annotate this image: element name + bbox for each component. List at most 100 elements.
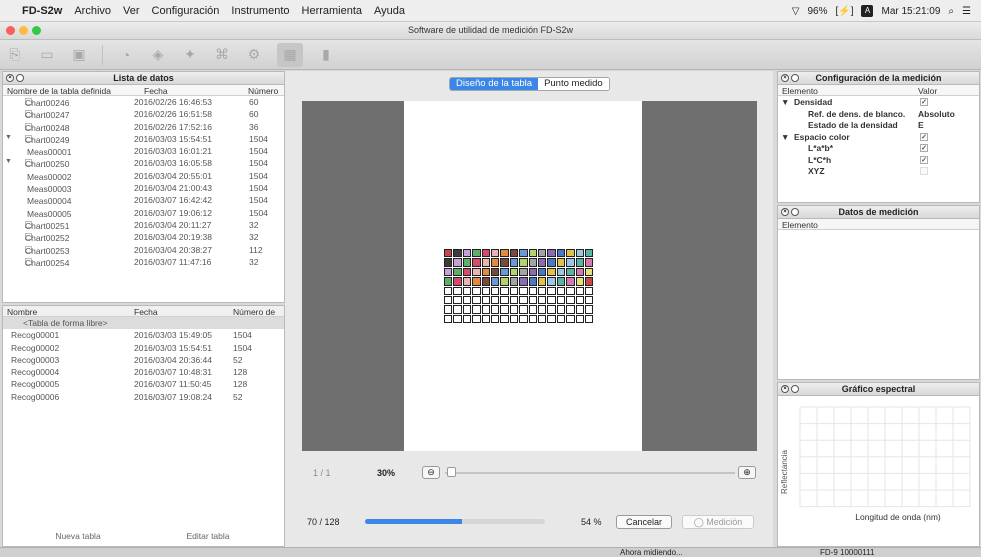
column-number[interactable]: Número (248, 86, 278, 96)
open-folder-icon[interactable]: ▭ (38, 46, 56, 64)
settings-row[interactable]: ▼ Espacio color ✓ (778, 131, 979, 143)
column-name[interactable]: Nombre (7, 307, 37, 317)
color-patch[interactable] (462, 305, 472, 314)
color-patch[interactable] (453, 277, 462, 286)
column-table-name[interactable]: Nombre de la tabla definida (7, 86, 111, 96)
color-patch[interactable] (444, 258, 453, 267)
color-patch[interactable] (547, 277, 556, 286)
color-patch[interactable] (519, 267, 528, 277)
color-patch[interactable] (556, 249, 566, 258)
table-row[interactable]: Chart00252 2016/03/04 20:19:38 32 (3, 231, 284, 243)
color-patch[interactable] (519, 286, 528, 295)
color-patch[interactable] (462, 277, 472, 286)
menu-herramienta[interactable]: Herramienta (302, 5, 363, 17)
settings-row[interactable]: L*a*b* ✓ (778, 142, 979, 154)
color-patch[interactable] (575, 305, 584, 314)
color-patch[interactable] (491, 314, 500, 324)
color-patch[interactable] (575, 277, 584, 286)
detach-panel-icon[interactable] (791, 74, 799, 82)
color-patch[interactable] (566, 296, 575, 305)
color-patch[interactable] (472, 258, 481, 267)
color-patch[interactable] (547, 296, 556, 305)
color-patch[interactable] (566, 267, 575, 277)
calibrate-icon[interactable]: ◔ (117, 46, 135, 64)
new-table-button[interactable]: Nueva tabla (23, 530, 133, 543)
color-patch[interactable] (556, 296, 566, 305)
color-patch[interactable] (481, 277, 490, 286)
color-patch[interactable] (509, 314, 519, 324)
color-patch[interactable] (538, 249, 547, 258)
color-patch[interactable] (472, 277, 481, 286)
spotlight-icon[interactable]: ⌕ (948, 6, 954, 17)
color-patch[interactable] (500, 258, 509, 267)
settings-row[interactable]: ▼ Densidad ✓ (778, 96, 979, 108)
color-patch[interactable] (538, 286, 547, 295)
color-patch[interactable] (585, 258, 594, 267)
table-row[interactable]: Chart00253 2016/03/04 20:38:27 112 (3, 244, 284, 256)
color-patch[interactable] (462, 249, 472, 258)
color-patch[interactable] (585, 314, 594, 324)
color-patch[interactable] (509, 249, 519, 258)
input-source-icon[interactable]: A (861, 5, 874, 17)
table-row[interactable]: Recog00005 2016/03/07 11:50:45 128 (3, 378, 284, 390)
color-patch[interactable] (575, 258, 584, 267)
color-patch[interactable] (509, 286, 519, 295)
color-patch[interactable] (528, 305, 537, 314)
detach-panel-icon[interactable] (791, 385, 799, 393)
color-patch[interactable] (491, 277, 500, 286)
color-patch[interactable] (547, 249, 556, 258)
color-patch[interactable] (538, 267, 547, 277)
color-patch[interactable] (500, 249, 509, 258)
menu-archivo[interactable]: Archivo (74, 5, 111, 17)
settings-icon[interactable]: ⚙ (245, 46, 263, 64)
lab-checkbox[interactable]: ✓ (920, 144, 928, 152)
color-patch[interactable] (500, 314, 509, 324)
densidad-checkbox[interactable]: ✓ (920, 98, 928, 106)
color-patch[interactable] (547, 305, 556, 314)
settings-row[interactable]: L*C*h ✓ (778, 154, 979, 166)
color-patch[interactable] (453, 249, 462, 258)
new-file-icon[interactable]: ⎘ (6, 46, 24, 64)
color-patch[interactable] (462, 314, 472, 324)
color-patch[interactable] (556, 305, 566, 314)
color-patch[interactable] (481, 314, 490, 324)
color-patch[interactable] (444, 286, 453, 295)
column-date[interactable]: Fecha (134, 307, 158, 317)
color-patch[interactable] (538, 296, 547, 305)
color-patch[interactable] (547, 258, 556, 267)
color-patch[interactable] (528, 249, 537, 258)
table-row[interactable]: Meas00005 2016/03/07 19:06:12 1504 (3, 207, 284, 219)
table-row[interactable]: Meas00002 2016/03/04 20:55:01 1504 (3, 170, 284, 182)
color-patch[interactable] (444, 249, 453, 258)
color-patch[interactable] (444, 267, 453, 277)
battery-percent[interactable]: 96% (807, 6, 827, 17)
color-patch[interactable] (566, 305, 575, 314)
color-patch[interactable] (500, 286, 509, 295)
color-patch[interactable] (472, 314, 481, 324)
color-patch[interactable] (575, 286, 584, 295)
detach-panel-icon[interactable] (16, 74, 24, 82)
table-row[interactable]: Meas00003 2016/03/04 21:00:43 1504 (3, 182, 284, 194)
color-patch[interactable] (472, 249, 481, 258)
column-number[interactable]: Número de (233, 307, 275, 317)
color-patch[interactable] (547, 314, 556, 324)
disclosure-triangle-icon[interactable]: ▼ (5, 134, 12, 141)
column-value[interactable]: Valor (918, 86, 937, 96)
color-patch[interactable] (453, 258, 462, 267)
close-panel-icon[interactable]: × (781, 385, 789, 393)
color-patch[interactable] (509, 267, 519, 277)
wifi-icon[interactable]: ▽ (792, 6, 800, 17)
color-patch[interactable] (519, 258, 528, 267)
color-patch[interactable] (547, 267, 556, 277)
color-patch[interactable] (509, 258, 519, 267)
color-patch[interactable] (491, 296, 500, 305)
color-patch[interactable] (585, 277, 594, 286)
disclosure-triangle-icon[interactable]: ▼ (781, 132, 789, 142)
table-row[interactable]: Chart00247 2016/02/26 16:51:58 60 (3, 108, 284, 120)
color-patch[interactable] (453, 267, 462, 277)
color-patch[interactable] (519, 314, 528, 324)
espacio-checkbox[interactable]: ✓ (920, 132, 928, 141)
color-patch[interactable] (472, 296, 481, 305)
color-patch[interactable] (491, 249, 500, 258)
menu-ayuda[interactable]: Ayuda (374, 5, 405, 17)
